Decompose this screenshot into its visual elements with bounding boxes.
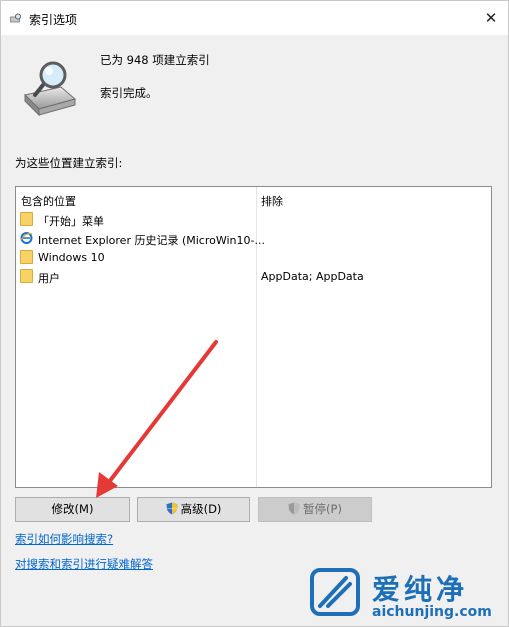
magnifier-drive-icon (10, 13, 22, 23)
location-name: Windows 10 (38, 251, 105, 264)
index-locations-label: 为这些位置建立索引: (15, 156, 123, 170)
indexed-count-text: 已为 948 项建立索引 (100, 53, 210, 67)
title-bar: 索引选项 ✕ (1, 1, 508, 35)
folder-icon (20, 212, 33, 226)
watermark-brand-text: 爱纯净 (372, 573, 469, 606)
column-header-included-locations[interactable]: 包含的位置 (21, 193, 76, 209)
column-header-exclude[interactable]: 排除 (261, 193, 283, 209)
close-button[interactable]: ✕ (482, 9, 500, 27)
folder-icon (20, 250, 33, 264)
uac-shield-icon (288, 502, 300, 515)
exclude-value: AppData; AppData (261, 270, 364, 283)
site-watermark: 爱纯净 aichunjing.com (306, 566, 502, 624)
internet-explorer-icon (20, 232, 33, 244)
pause-button: 暂停(P) (258, 497, 372, 522)
location-name: 「开始」菜单 (38, 215, 104, 228)
how-indexing-affects-search-link[interactable]: 索引如何影响搜索? (15, 531, 113, 547)
location-name: 用户 (38, 272, 60, 285)
folder-icon (20, 269, 33, 283)
location-name: Internet Explorer 历史记录 (MicroWin10-... (38, 234, 265, 247)
modify-button[interactable]: 修改(M) (15, 497, 130, 522)
indexing-drive-icon (24, 61, 77, 117)
uac-shield-icon (166, 502, 178, 515)
advanced-button[interactable]: 高级(D) (137, 497, 250, 522)
pause-button-label: 暂停(P) (303, 502, 342, 516)
troubleshoot-search-indexing-link[interactable]: 对搜索和索引进行疑难解答 (15, 556, 153, 572)
list-item[interactable]: Internet Explorer 历史记录 (MicroWin10-... (20, 229, 490, 248)
index-locations-list[interactable]: 包含的位置 排除 「开始」菜单 Internet Explorer 历史记录 (… (15, 186, 492, 488)
advanced-button-label: 高级(D) (180, 502, 222, 516)
window-title: 索引选项 (29, 13, 78, 27)
index-status-text: 索引完成。 (100, 86, 158, 100)
indexing-options-dialog: 索引选项 ✕ 已为 948 项建立索引 索引完成。 为这些位置建立索引: 包含的… (0, 0, 509, 627)
list-item[interactable]: 用户 AppData; AppData (20, 267, 490, 286)
watermark-domain-text: aichunjing.com (372, 604, 492, 620)
list-item[interactable]: 「开始」菜单 (20, 210, 490, 229)
list-item[interactable]: Windows 10 (20, 248, 490, 267)
